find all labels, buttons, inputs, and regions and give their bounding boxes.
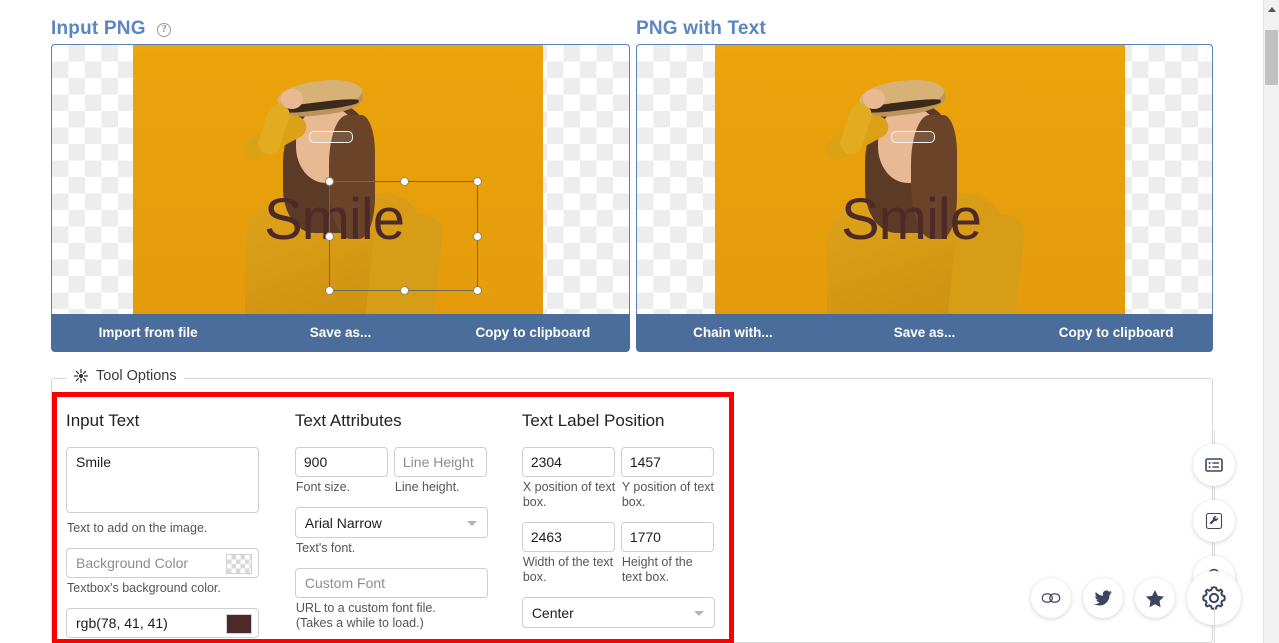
font-color-field-group [66,608,295,638]
font-size-hint: Font size. [295,480,351,494]
rail-divider [1213,486,1215,500]
font-select[interactable]: Arial Narrow [294,507,488,538]
page-scroll-area: Input PNG ? Smile Import from file Save … [0,0,1263,643]
line-height-hint: Line height. [394,480,460,494]
custom-font-input[interactable] [294,568,488,598]
wrench-icon [1205,512,1223,530]
font-color-field [66,608,259,638]
options-columns: Input Text Text to add on the image. Tex… [57,397,729,639]
save-as-button-right[interactable]: Save as... [829,314,1021,351]
line-height-input[interactable] [393,447,487,477]
panel-title-text: Input PNG [51,18,146,39]
background-color-hint: Textbox's background color. [67,581,221,595]
copy-to-clipboard-button-right[interactable]: Copy to clipboard [1020,314,1212,351]
font-size-field-group: Font size. [294,447,388,507]
options-highlight-box: Input Text Text to add on the image. Tex… [52,392,734,643]
png-with-text-panel: PNG with Text Smile Chain with... Save a… [636,18,1213,352]
x-position-field-group: X position of text box. [521,447,616,522]
height-field-group: Height of the text box. [620,522,714,597]
save-as-button-left[interactable]: Save as... [244,314,436,351]
font-size-line-height-row: Font size. Line height. [294,447,522,507]
scrollbar-thumb[interactable] [1265,30,1278,85]
link-chain-icon [1041,593,1061,603]
custom-font-hint-1: URL to a custom font file. [295,601,436,615]
input-png-panel: Input PNG ? Smile Import from file Save … [51,18,630,352]
wrench-icon-button[interactable] [1193,500,1235,542]
font-color-swatch[interactable] [226,614,252,634]
width-input[interactable] [521,522,615,552]
input-text-field-group: Text to add on the image. [66,447,295,536]
output-photo [715,45,1125,314]
align-select-field-group: Center [521,597,729,628]
column-input-text: Input Text Text to add on the image. Tex… [66,411,295,639]
tool-options-legend-text: Tool Options [96,368,177,384]
chain-with-button[interactable]: Chain with... [637,314,829,351]
y-position-field-group: Y position of text box. [620,447,714,522]
png-with-text-title: PNG with Text [636,18,1213,44]
rail-divider [1213,542,1215,556]
size-row: Width of the text box. Height of the tex… [521,522,729,597]
height-hint: Height of the text box. [621,555,693,584]
png-with-text-toolbar: Chain with... Save as... Copy to clipboa… [636,314,1213,352]
scroll-up-arrow-icon[interactable] [1268,7,1276,12]
column-text-label-position: Text Label Position X position of text b… [521,411,729,639]
photo-figure [133,45,543,314]
input-text-heading: Input Text [66,411,140,430]
help-circle-icon[interactable]: ? [157,23,172,37]
page-scrollbar[interactable] [1263,0,1279,643]
height-input[interactable] [620,522,714,552]
custom-font-hint-2: (Takes a while to load.) [295,616,424,630]
xy-position-row: X position of text box. Y position of te… [521,447,729,522]
photo-figure [715,45,1125,314]
background-color-field [66,548,259,578]
align-select[interactable]: Center [521,597,715,628]
input-text-hint: Text to add on the image. [67,521,208,535]
twitter-icon-button[interactable] [1083,578,1123,618]
panel-title-text: PNG with Text [636,18,766,39]
font-select-field-group: Arial Narrow Text's font. [294,507,522,556]
font-select-hint: Text's font. [295,541,356,555]
chevron-down-icon [466,521,477,526]
chevron-down-icon [693,611,704,616]
link-chain-icon-button[interactable] [1031,578,1071,618]
list-icon [1205,458,1223,472]
output-overlay-text: Smile [841,187,982,252]
copy-to-clipboard-button-left[interactable]: Copy to clipboard [437,314,629,351]
width-hint: Width of the text box. [522,555,614,584]
star-icon [1146,589,1164,607]
font-size-input[interactable] [294,447,388,477]
social-actions [1031,571,1241,643]
background-color-swatch[interactable] [226,554,252,574]
input-photo [133,45,543,314]
input-text-textarea[interactable] [66,447,259,513]
list-icon-button[interactable] [1193,444,1235,486]
input-png-title: Input PNG ? [51,18,630,44]
x-position-hint: X position of text box. [522,480,616,509]
line-height-field-group: Line height. [393,447,487,507]
import-from-file-button[interactable]: Import from file [52,314,244,351]
magic-wand-icon [73,368,89,384]
width-field-group: Width of the text box. [521,522,615,597]
text-attributes-heading: Text Attributes [294,411,402,430]
tool-options-legend: Tool Options [66,368,184,384]
input-png-toolbar: Import from file Save as... Copy to clip… [51,314,630,352]
png-with-text-canvas[interactable]: Smile [636,44,1213,314]
y-position-hint: Y position of text box. [621,480,714,509]
font-select-value: Arial Narrow [304,514,382,531]
align-select-value: Center [531,604,574,621]
y-position-input[interactable] [620,447,714,477]
star-icon-button[interactable] [1135,578,1175,618]
x-position-input[interactable] [521,447,615,477]
rail-divider [1213,430,1215,444]
twitter-icon [1094,590,1112,606]
background-color-field-group: Textbox's background color. [66,548,295,596]
social-divider [1214,607,1215,643]
column-text-attributes: Text Attributes Font size. Line height. [294,411,522,639]
input-png-canvas[interactable]: Smile [51,44,630,314]
custom-font-field-group: URL to a custom font file. (Takes a whil… [294,568,522,631]
text-label-position-heading: Text Label Position [521,411,665,430]
input-overlay-text: Smile [264,187,405,252]
